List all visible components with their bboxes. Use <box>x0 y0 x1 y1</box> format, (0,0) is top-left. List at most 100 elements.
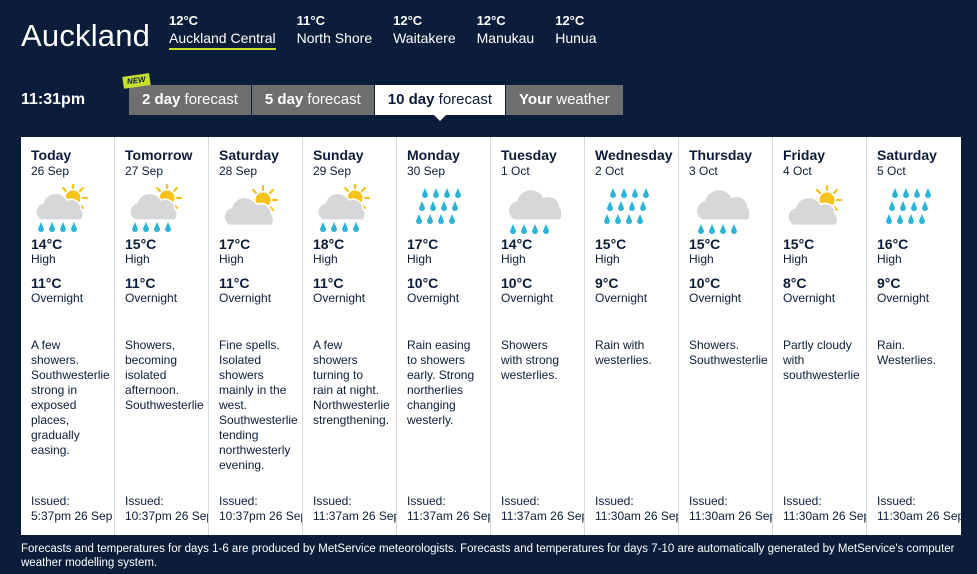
forecast-text-line: with strong <box>501 353 560 367</box>
day-date: 30 Sep <box>407 164 446 178</box>
location-temp: 12°C <box>169 13 199 28</box>
day-name: Friday <box>783 147 826 163</box>
day-column[interactable]: Tomorrow 27 Sep 15°C High 11°C Overnight… <box>115 137 209 535</box>
day-column[interactable]: Saturday 5 Oct 16°C High 9°C Overnight R… <box>867 137 961 535</box>
forecast-text: Showers, becoming isolated afternoon. Southw… <box>125 338 208 413</box>
issued-time: 10:37pm 26 Sep <box>125 509 209 523</box>
forecast-text-line: rain at night. <box>313 383 380 397</box>
high-label: High <box>125 252 150 266</box>
forecast-text: A few showers. Southwesterlie strong in expo… <box>31 338 114 458</box>
location-item-manukau[interactable]: 12°C Manukau <box>477 13 535 50</box>
location-temp: 12°C <box>393 13 423 28</box>
low-temp: 11°C <box>125 275 156 291</box>
high-temp: 15°C <box>783 236 815 252</box>
tab-label: forecast <box>434 91 493 108</box>
low-temp: 9°C <box>877 275 901 291</box>
location-temp: 12°C <box>555 13 585 28</box>
tab-your-weather[interactable]: Your weather <box>506 85 623 115</box>
day-column[interactable]: Today 26 Sep 14°C High 11°C Overnight A … <box>21 137 115 535</box>
issued-label: Issued: <box>783 494 822 508</box>
high-label: High <box>783 252 808 266</box>
forecast-text-line: Partly cloudy <box>783 338 852 352</box>
forecast-text-line: Fine spells. <box>219 338 280 352</box>
day-date: 26 Sep <box>31 164 70 178</box>
day-name: Sunday <box>313 147 364 163</box>
issued-time: 11:30am 26 Sep <box>595 509 679 523</box>
forecast-panel: Today 26 Sep 14°C High 11°C Overnight A … <box>21 137 961 535</box>
partly-cloudy-showers-icon <box>31 182 91 234</box>
high-temp: 14°C <box>31 236 63 252</box>
high-label: High <box>31 252 56 266</box>
showers-icon <box>689 184 752 234</box>
tab-10-day-forecast[interactable]: 10 day forecast <box>374 85 506 121</box>
forecast-tabs: NEW 2 day forecast 5 day forecast 10 day… <box>122 73 624 121</box>
high-label: High <box>219 252 244 266</box>
forecast-text-line: evening. <box>219 458 265 472</box>
low-label: Overnight <box>501 291 554 305</box>
high-label: High <box>313 252 338 266</box>
location-item-north-shore[interactable]: 11°C North Shore <box>297 13 372 50</box>
forecast-text-line: Showers. <box>689 338 740 352</box>
day-column[interactable]: Monday 30 Sep 17°C High 10°C Overnight R… <box>397 137 491 535</box>
day-column[interactable]: Saturday 28 Sep 17°C High 11°C Overnight… <box>209 137 303 535</box>
high-temp: 17°C <box>407 236 439 252</box>
issued-label: Issued: <box>313 494 352 508</box>
forecast-text-line: strong in <box>31 383 78 397</box>
day-date: 29 Sep <box>313 164 352 178</box>
forecast-text-line: Isolated <box>219 353 262 367</box>
day-column[interactable]: Tuesday 1 Oct 14°C High 10°C Overnight S… <box>491 137 585 535</box>
forecast-text-line: Westerlies. <box>877 353 937 367</box>
day-date: 27 Sep <box>125 164 164 178</box>
day-column[interactable]: Wednesday 2 Oct 15°C High 9°C Overnight … <box>585 137 679 535</box>
day-date: 1 Oct <box>501 164 530 178</box>
rain-icon <box>595 184 655 234</box>
issued-label: Issued: <box>125 494 164 508</box>
tab-2-day-forecast[interactable]: NEW 2 day forecast <box>122 73 251 115</box>
issued-time: 10:37pm 26 Sep <box>219 509 303 523</box>
high-temp: 14°C <box>501 236 533 252</box>
partly-cloudy-icon <box>219 184 279 234</box>
issued-info: Issued: 11:30am 26 Sep <box>783 494 867 524</box>
location-name: Manukau <box>476 30 535 46</box>
low-temp: 11°C <box>219 275 250 291</box>
low-temp: 8°C <box>783 275 807 291</box>
forecast-text-line: westerly. <box>407 413 454 427</box>
tab-label-bold: 5 day <box>264 91 304 108</box>
day-name: Saturday <box>877 147 937 163</box>
tab-5-day-forecast[interactable]: 5 day forecast <box>251 85 374 115</box>
day-date: 3 Oct <box>689 164 718 178</box>
forecast-text-line: afternoon. <box>125 383 180 397</box>
day-name: Thursday <box>689 147 753 163</box>
location-item-waitakere[interactable]: 12°C Waitakere <box>393 13 456 50</box>
location-item-hunua[interactable]: 12°C Hunua <box>555 13 596 50</box>
forecast-text-line: strengthening. <box>313 413 390 427</box>
showers-icon <box>501 184 564 234</box>
issued-time: 11:30am 26 Sep <box>877 509 961 523</box>
location-name: Auckland Central <box>169 30 276 50</box>
day-column[interactable]: Thursday 3 Oct 15°C High 10°C Overnight … <box>679 137 773 535</box>
forecast-text-line: isolated <box>125 368 167 382</box>
high-label: High <box>689 252 714 266</box>
tab-label: weather <box>552 91 610 108</box>
location-item-auckland-central[interactable]: 12°C Auckland Central <box>169 13 276 50</box>
day-column[interactable]: Friday 4 Oct 15°C High 8°C Overnight Par… <box>773 137 867 535</box>
day-name: Monday <box>407 147 460 163</box>
issued-time: 11:30am 26 Sep <box>783 509 867 523</box>
issued-info: Issued: 11:37am 26 Sep <box>313 494 396 524</box>
forecast-text-line: mainly in the <box>219 383 287 397</box>
forecast-text-line: tending <box>219 428 259 442</box>
forecast-text-line: early. Strong <box>407 368 475 382</box>
day-column[interactable]: Sunday 29 Sep 18°C High 11°C Overnight A… <box>303 137 397 535</box>
tab-label-bold: Your <box>519 91 553 108</box>
issued-label: Issued: <box>689 494 728 508</box>
footer-note: Forecasts and temperatures for days 1-6 … <box>21 543 955 569</box>
forecast-text-line: Rain. <box>877 338 906 352</box>
low-label: Overnight <box>219 291 272 305</box>
issued-time: 11:30am 26 Sep <box>689 509 773 523</box>
forecast-text-line: Northwesterlie <box>313 398 390 412</box>
issued-info: Issued: 10:37pm 26 Sep <box>219 494 303 524</box>
forecast-text-line: turning to <box>313 368 364 382</box>
high-temp: 16°C <box>877 236 909 252</box>
day-name: Tuesday <box>501 147 557 163</box>
rain-icon <box>877 184 937 234</box>
